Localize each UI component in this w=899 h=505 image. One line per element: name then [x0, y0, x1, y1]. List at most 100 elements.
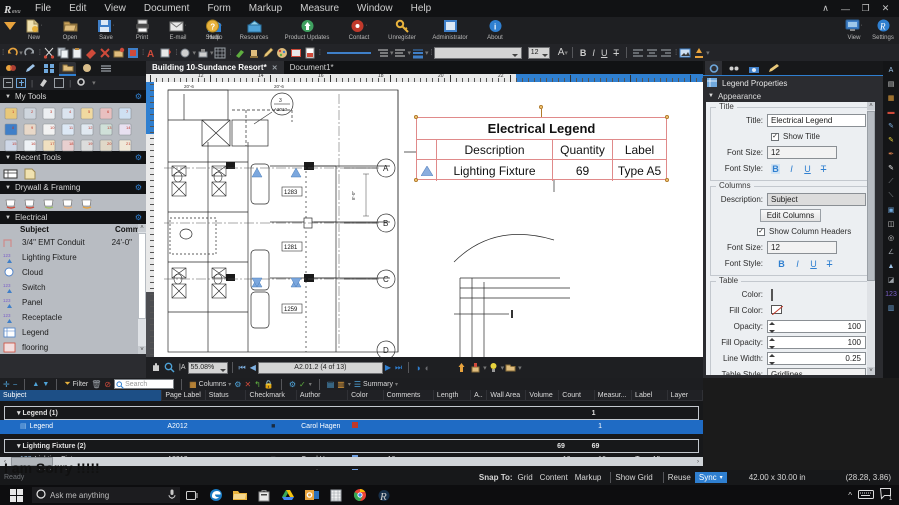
align-center-icon[interactable] [646, 47, 658, 59]
edit-columns-button[interactable]: Edit Columns [759, 209, 822, 222]
columns-underline-button[interactable]: U [809, 259, 818, 269]
grid-tab[interactable] [40, 62, 57, 76]
table-style-select[interactable]: Gridlines [767, 368, 866, 375]
flatten-icon[interactable] [113, 47, 125, 59]
palette-icon[interactable] [276, 47, 288, 59]
perspective-tool-icon[interactable]: ◪ [883, 273, 899, 287]
selection-handle-tr[interactable] [665, 115, 669, 119]
drywall-tool-4[interactable] [58, 196, 77, 212]
my-tool-4[interactable]: 4 [58, 105, 77, 121]
reuse-toggle[interactable]: Reuse [668, 473, 691, 482]
bold-button[interactable]: B [580, 48, 587, 58]
restore-ribbon-icon[interactable]: ∧ [820, 3, 831, 14]
ribbon-expand-icon[interactable] [4, 21, 16, 30]
contact-button[interactable]: · Contact [338, 18, 380, 42]
markups-column-header[interactable]: Status [206, 389, 247, 401]
area-tool-icon[interactable]: ▣ [883, 203, 899, 217]
recent-tool-legend-icon[interactable] [1, 166, 20, 182]
my-tool-14[interactable]: 14 [115, 121, 134, 137]
product-updates-button[interactable]: Product Updates [276, 18, 338, 42]
electrical-tool-row[interactable]: flooring [0, 340, 146, 354]
markups-reply-icon[interactable]: ↰ [254, 380, 261, 389]
fill-opacity-stepper[interactable]: 100 [767, 336, 866, 349]
save-button[interactable]: · Save [88, 18, 124, 42]
markups-search-input[interactable]: Search [114, 379, 175, 389]
layers-tab[interactable] [97, 62, 114, 76]
markups-column-header[interactable]: Length [434, 389, 472, 401]
open-recent-icon[interactable] [505, 362, 517, 374]
toolbar-grip-8[interactable]: ⁞ [675, 48, 677, 57]
minimize-icon[interactable]: — [840, 4, 851, 14]
stamp-icon[interactable] [127, 47, 139, 59]
my-tool-20[interactable]: 20 [96, 137, 115, 153]
markups-export-icon[interactable]: ▤ [327, 380, 335, 389]
my-tools-gear-icon[interactable]: ⚙ [135, 92, 142, 101]
recycle-icon[interactable] [693, 47, 705, 59]
collapse-all-icon[interactable] [3, 78, 13, 88]
pdf-icon[interactable] [304, 47, 316, 59]
open-button[interactable]: Open [52, 18, 88, 42]
selection-handle-tl[interactable] [414, 115, 418, 119]
section-my-tools[interactable]: ▼ My Tools ⚙ [0, 90, 146, 103]
reset-filter-icon[interactable]: ⊘ [104, 380, 111, 389]
tab-building-10-sundance-resort[interactable]: Building 10-Sundance Resort* ✕ [146, 61, 284, 74]
cut-icon[interactable] [43, 47, 55, 59]
font-size-combo[interactable]: 12 [527, 46, 550, 59]
last-page-icon[interactable]: ⏭ [395, 363, 402, 373]
cone-tool-icon[interactable]: ▲ [883, 259, 899, 273]
markups-import-icon[interactable]: ▥ [337, 380, 345, 389]
line-end-icon[interactable] [394, 47, 406, 59]
task-view-icon[interactable] [180, 485, 204, 505]
unregister-button[interactable]: Unregister [380, 18, 424, 42]
show-column-headers-checkbox[interactable]: ✓ [757, 227, 765, 236]
zoom-tool-icon[interactable] [164, 362, 176, 374]
new-button[interactable]: · New [16, 18, 52, 42]
maximize-icon[interactable]: ❐ [860, 3, 871, 14]
bookmarks-tab[interactable] [78, 62, 95, 76]
menu-window[interactable]: Window [348, 0, 402, 17]
revu-taskbar-icon[interactable]: R [372, 485, 396, 505]
markups-delete-icon[interactable]: ✕ [244, 380, 251, 389]
summary-button[interactable]: ☰ Summary ▾ [354, 380, 398, 389]
toolbar-grip-7[interactable]: ⁞ [431, 48, 433, 57]
properties-scroll-thumb[interactable] [867, 111, 875, 281]
toolbar-grip-2[interactable]: ⁞ [39, 48, 41, 57]
toolbar-grip-6[interactable]: ⁞ [319, 48, 321, 57]
line-start-icon[interactable] [377, 47, 389, 59]
electrical-list-scrollbar[interactable]: ˄ ˅ [138, 224, 146, 354]
columns-button[interactable]: ▦ Columns ▾ [189, 380, 231, 389]
file-explorer-icon[interactable] [228, 485, 252, 505]
recent-tool-note-icon[interactable] [20, 166, 39, 182]
show-title-checkbox[interactable]: ✓ [771, 132, 779, 141]
pan-tool-icon[interactable] [150, 362, 162, 374]
my-tool-18[interactable]: 18 [58, 137, 77, 153]
selection-handle-br[interactable] [665, 178, 669, 182]
edge-icon[interactable] [204, 485, 228, 505]
electrical-tool-row[interactable]: 123 Switch [0, 280, 146, 295]
markups-column-header[interactable]: Volume [526, 389, 560, 401]
text-color-icon[interactable]: A [558, 47, 565, 58]
my-tool-7[interactable]: 7 [115, 105, 134, 121]
columns-italic-button[interactable]: I [793, 259, 802, 269]
first-page-icon[interactable]: ⏮ [239, 363, 246, 373]
my-tool-9[interactable]: 9 [20, 121, 39, 137]
markups-horizontal-scrollbar[interactable]: ‹ › [0, 457, 703, 466]
text-select-icon[interactable]: |A [179, 364, 186, 371]
my-tool-5[interactable]: 5 [77, 105, 96, 121]
menu-measure[interactable]: Measure [291, 0, 348, 17]
markups-status-icon[interactable]: ⚙ [289, 380, 296, 389]
delete-icon[interactable] [99, 47, 111, 59]
layers-tab-right[interactable] [725, 61, 742, 75]
notifications-icon[interactable]: 1 [879, 488, 894, 503]
filter-button[interactable]: ⏷ Filter [64, 379, 88, 389]
italic-button[interactable]: I [592, 48, 595, 58]
strikethrough-button[interactable]: T [613, 48, 619, 58]
add-markup-icon[interactable]: ✛ [3, 380, 10, 389]
menu-help[interactable]: Help [402, 0, 441, 17]
electrical-gear-icon[interactable]: ⚙ [135, 213, 142, 222]
stamp2-icon[interactable] [197, 47, 209, 59]
text-tool-icon[interactable]: A [883, 63, 899, 77]
edit-tab[interactable] [765, 61, 782, 75]
my-tool-2[interactable]: 2 [20, 105, 39, 121]
markups-column-header[interactable]: Label [632, 389, 668, 401]
